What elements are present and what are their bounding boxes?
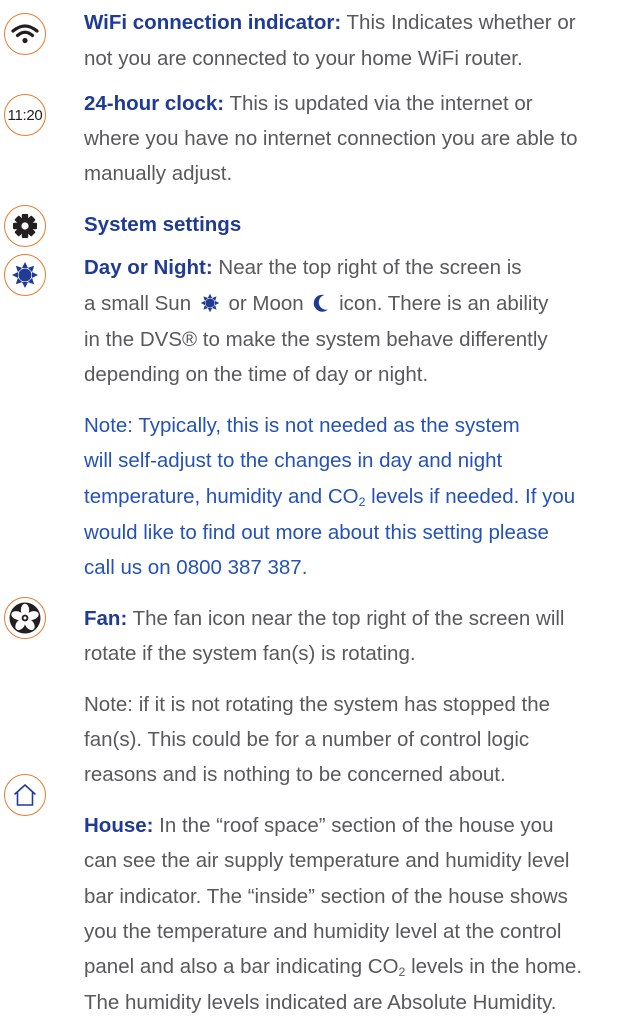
daynight-label: Day or Night: — [84, 256, 213, 279]
wifi-label: WiFi connection indicator: — [84, 11, 342, 34]
house-line-5a: panel and also a bar indicating CO — [84, 955, 399, 978]
house-line-5b: levels in the home. — [405, 955, 583, 978]
daynight-note-3: temperature, humidity and CO2 levels if … — [84, 482, 636, 512]
daynight-text: Near the top right of the screen is — [212, 256, 522, 279]
wifi-text: This Indicates whether or — [341, 11, 576, 34]
daynight-text-a: a small Sun — [84, 292, 197, 315]
house-line-6: The humidity levels indicated are Absolu… — [84, 991, 557, 1014]
sun-icon — [4, 254, 46, 296]
fan-line-1: Fan: The fan icon near the top right of … — [84, 604, 636, 634]
daynight-line-1: Day or Night: Near the top right of the … — [84, 253, 636, 283]
daynight-text-b: or Moon — [222, 292, 310, 315]
daynight-note-1: Note: Typically, this is not needed as t… — [84, 414, 520, 437]
wifi-icon — [4, 13, 46, 55]
clock-icon-text: 11:20 — [7, 106, 43, 124]
house-line-2: can see the air supply temperature and h… — [84, 849, 570, 872]
daynight-line-3: in the DVS® to make the system behave di… — [84, 328, 548, 351]
fan-note-3: reasons and is nothing to be concerned a… — [84, 763, 506, 786]
house-line-1: House: In the “roof space” section of th… — [84, 811, 636, 841]
fan-label: Fan: — [84, 607, 128, 630]
house-text: In the “roof space” section of the house… — [153, 814, 554, 837]
daynight-note-3a: temperature, humidity and CO — [84, 485, 359, 508]
house-line-5: panel and also a bar indicating CO2 leve… — [84, 952, 636, 982]
house-line-4: you the temperature and humidity level a… — [84, 920, 562, 943]
clock-text: This is updated via the internet or — [224, 92, 533, 115]
daynight-note-5: call us on 0800 387 387. — [84, 556, 308, 579]
moon-inline-icon — [314, 294, 329, 312]
daynight-line-2: a small Sun or Moon icon. There is an ab… — [84, 289, 636, 319]
wifi-line-1: WiFi connection indicator: This Indicate… — [84, 8, 636, 38]
clock-label: 24-hour clock: — [84, 92, 225, 115]
house-icon — [4, 774, 46, 816]
wifi-line-2: not you are connected to your home WiFi … — [84, 47, 523, 70]
clock-icon: 11:20 — [4, 94, 46, 136]
fan-line-2: rotate if the system fan(s) is rotating. — [84, 642, 416, 665]
clock-line-1: 24-hour clock: This is updated via the i… — [84, 89, 636, 119]
house-label: House: — [84, 814, 154, 837]
daynight-line-4: depending on the time of day or night. — [84, 363, 429, 386]
daynight-note-2: will self-adjust to the changes in day a… — [84, 449, 503, 472]
house-line-3: bar indicator. The “inside” section of t… — [84, 885, 568, 908]
daynight-note-3b: levels if needed. If you — [365, 485, 576, 508]
fan-note-2: fan(s). This could be for a number of co… — [84, 728, 530, 751]
fan-icon — [4, 597, 46, 639]
clock-line-3: manually adjust. — [84, 162, 233, 185]
daynight-note-4: would like to find out more about this s… — [84, 521, 549, 544]
daynight-text-c: icon. There is an ability — [333, 292, 549, 315]
sun-inline-icon — [200, 293, 220, 313]
clock-line-2: where you have no internet connection yo… — [84, 127, 578, 150]
gear-icon — [4, 205, 46, 247]
fan-note-1: Note: if it is not rotating the system h… — [84, 693, 551, 716]
fan-text: The fan icon near the top right of the s… — [127, 607, 565, 630]
system-settings-heading: System settings — [84, 213, 242, 236]
